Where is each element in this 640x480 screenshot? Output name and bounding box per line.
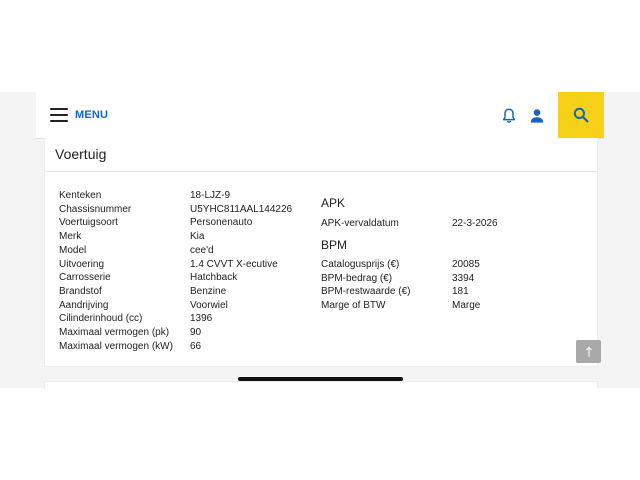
detail-row: Chassisnummer U5YHC811AAL144226 bbox=[59, 203, 292, 217]
detail-value: cee'd bbox=[190, 244, 214, 256]
detail-row: APK-vervaldatum 22-3-2026 bbox=[321, 217, 498, 231]
detail-label: Maximaal vermogen (pk) bbox=[59, 327, 170, 339]
detail-value: Kia bbox=[190, 231, 205, 243]
bpm-details: Catalogusprijs (€) 20085 BPM-bedrag (€) 33… bbox=[321, 258, 480, 313]
bpm-heading: BPM bbox=[321, 238, 348, 252]
detail-value: 1396 bbox=[190, 313, 213, 325]
user-icon[interactable] bbox=[530, 108, 544, 124]
search-icon bbox=[573, 107, 589, 123]
detail-row: BPM-bedrag (€) 3394 bbox=[321, 272, 480, 286]
detail-value: Marge bbox=[452, 300, 481, 312]
search-button[interactable] bbox=[558, 92, 604, 138]
bell-icon[interactable] bbox=[502, 108, 516, 124]
detail-label: Chassisnummer bbox=[59, 203, 132, 215]
divider bbox=[45, 171, 597, 172]
detail-value: Hatchback bbox=[190, 272, 238, 284]
detail-row: Carrosserie Hatchback bbox=[59, 271, 292, 285]
menu-button[interactable]: MENU bbox=[50, 105, 108, 125]
detail-value: Personenauto bbox=[190, 217, 253, 229]
detail-value: 1.4 CVVT X-ecutive bbox=[190, 258, 278, 270]
detail-row: Brandstof Benzine bbox=[59, 285, 292, 299]
detail-label: Model bbox=[59, 244, 87, 256]
detail-row: Catalogusprijs (€) 20085 bbox=[321, 258, 480, 272]
detail-row: Marge of BTW Marge bbox=[321, 299, 480, 313]
detail-label: Carrosserie bbox=[59, 272, 111, 284]
home-indicator[interactable] bbox=[238, 377, 403, 381]
detail-value: 3394 bbox=[452, 272, 475, 284]
vehicle-details: Kenteken 18-LJZ-9 Chassisnummer U5YHC811AA… bbox=[59, 189, 292, 353]
scroll-to-top-button[interactable] bbox=[576, 340, 601, 363]
detail-row: Uitvoering 1.4 CVVT X-ecutive bbox=[59, 258, 292, 272]
detail-value: 90 bbox=[190, 327, 202, 339]
detail-label: Catalogusprijs (€) bbox=[321, 259, 400, 270]
detail-row: Maximaal vermogen (pk) 90 bbox=[59, 326, 292, 340]
detail-label: Maximaal vermogen (kW) bbox=[59, 340, 173, 352]
detail-label: Voertuigsoort bbox=[59, 217, 118, 229]
detail-row: BPM-restwaarde (€) 181 bbox=[321, 285, 480, 299]
section-title: Voertuig bbox=[55, 146, 107, 162]
detail-value: 22-3-2026 bbox=[452, 218, 498, 229]
detail-label: Uitvoering bbox=[59, 258, 105, 270]
detail-label: Marge of BTW bbox=[321, 300, 386, 312]
detail-row: Maximaal vermogen (kW) 66 bbox=[59, 340, 292, 354]
detail-row: Aandrijving Voorwiel bbox=[59, 299, 292, 313]
detail-value: Benzine bbox=[190, 285, 227, 297]
detail-row: Cilinderinhoud (cc) 1396 bbox=[59, 312, 292, 326]
detail-row: Kenteken 18-LJZ-9 bbox=[59, 189, 292, 203]
detail-label: Brandstof bbox=[59, 285, 102, 297]
detail-label: Cilinderinhoud (cc) bbox=[59, 313, 143, 325]
detail-label: BPM-restwaarde (€) bbox=[321, 286, 411, 298]
detail-value: 18-LJZ-9 bbox=[190, 190, 231, 201]
detail-value: 66 bbox=[190, 340, 202, 352]
detail-value: 20085 bbox=[452, 259, 480, 270]
arrow-up-icon bbox=[585, 346, 592, 357]
detail-label: Kenteken bbox=[59, 190, 102, 201]
detail-label: BPM-bedrag (€) bbox=[321, 272, 393, 284]
detail-value: 181 bbox=[452, 286, 469, 298]
next-card bbox=[44, 381, 598, 389]
hamburger-icon bbox=[50, 108, 68, 122]
detail-value: U5YHC811AAL144226 bbox=[190, 203, 293, 215]
menu-label: MENU bbox=[75, 109, 109, 121]
detail-row: Merk Kia bbox=[59, 230, 292, 244]
detail-label: Aandrijving bbox=[59, 299, 109, 311]
detail-row: Model cee'd bbox=[59, 244, 292, 258]
vehicle-card: Voertuig Kenteken 18-LJZ-9 Chassisnummer U… bbox=[44, 138, 598, 367]
detail-label: APK-vervaldatum bbox=[321, 218, 399, 229]
apk-heading: APK bbox=[321, 196, 346, 210]
apk-details: APK-vervaldatum 22-3-2026 bbox=[321, 217, 498, 231]
detail-label: Merk bbox=[59, 231, 82, 243]
top-header: MENU bbox=[36, 92, 604, 139]
detail-row: Voertuigsoort Personenauto bbox=[59, 216, 292, 230]
detail-value: Voorwiel bbox=[190, 299, 228, 311]
